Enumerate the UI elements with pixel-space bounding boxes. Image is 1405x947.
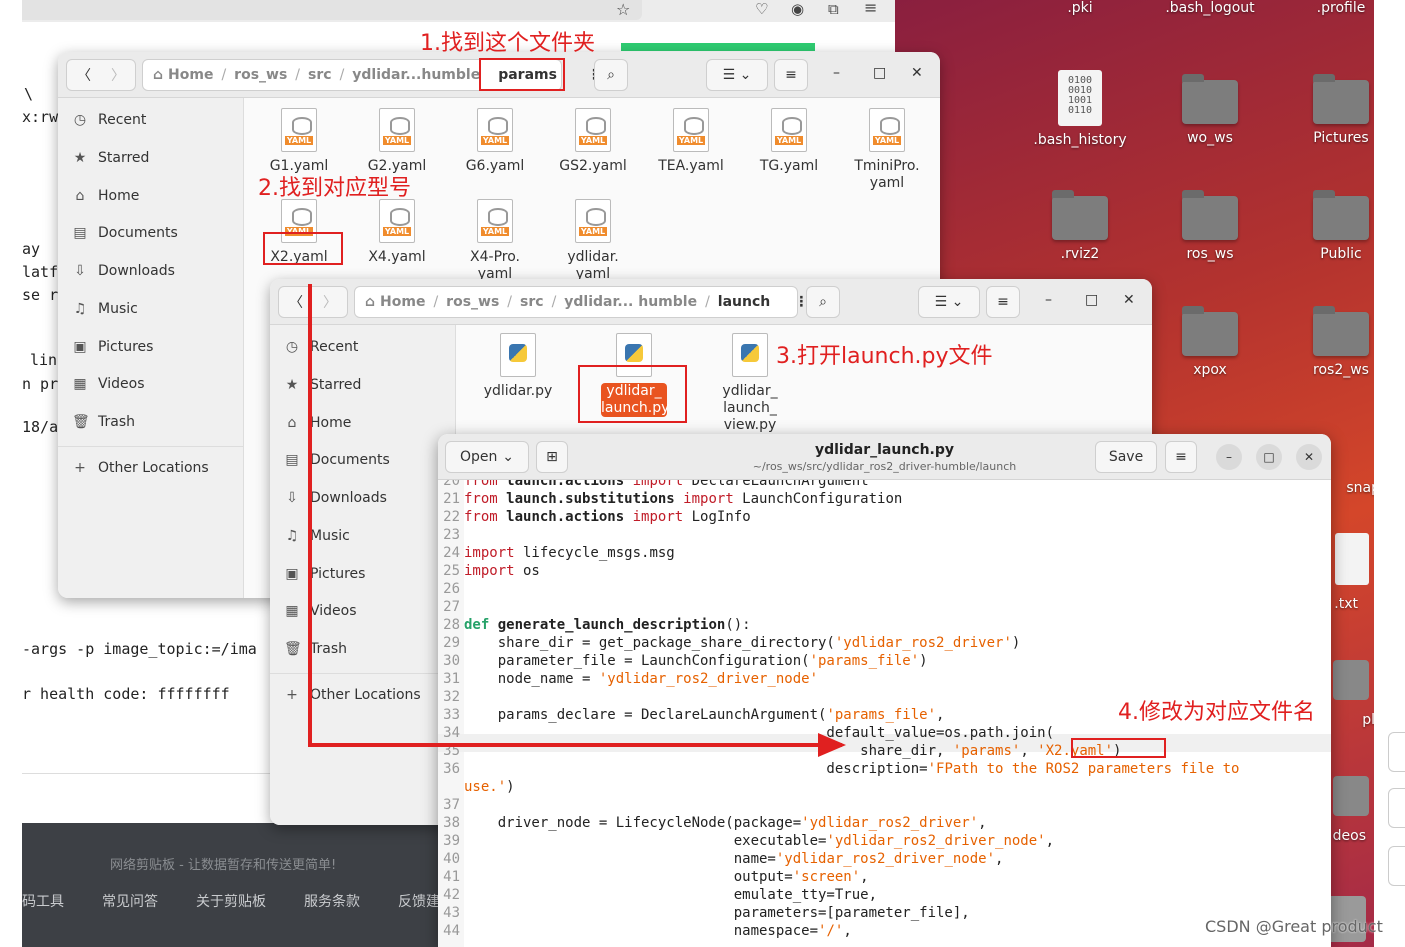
watermark: CSDN @Great product [1205,917,1383,936]
annotation-arrow [308,284,846,757]
